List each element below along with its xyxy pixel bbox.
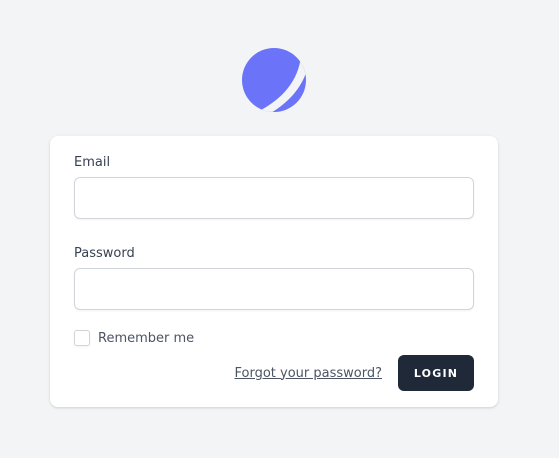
- login-button[interactable]: LOGIN: [398, 355, 474, 391]
- password-field[interactable]: [74, 268, 474, 310]
- remember-me-checkbox[interactable]: [74, 330, 90, 346]
- form-actions: Forgot your password? LOGIN: [234, 355, 474, 391]
- email-field[interactable]: [74, 177, 474, 219]
- remember-me-label: Remember me: [98, 330, 195, 346]
- email-label: Email: [74, 155, 111, 170]
- app-logo-icon: [241, 47, 307, 113]
- remember-me-row: Remember me: [74, 328, 474, 348]
- password-label: Password: [74, 246, 135, 261]
- login-card: Email Password Remember me Forgot your p…: [50, 136, 498, 407]
- forgot-password-link[interactable]: Forgot your password?: [234, 366, 382, 381]
